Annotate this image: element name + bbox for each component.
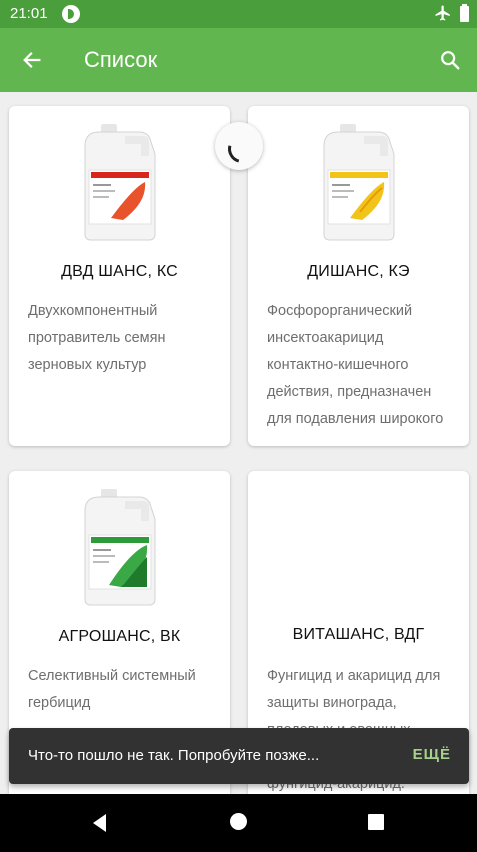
page-title: Список bbox=[84, 47, 158, 72]
search-button[interactable] bbox=[432, 42, 468, 78]
loading-spinner bbox=[215, 122, 263, 170]
status-time: 21:01 bbox=[10, 5, 48, 22]
product-title: ВИТАШАНС, ВДГ bbox=[292, 626, 425, 643]
product-title: АГРОШАНС, ВК bbox=[58, 628, 181, 645]
app-notification-icon bbox=[62, 5, 80, 23]
arrow-left-icon bbox=[23, 52, 41, 68]
snackbar-message: Что-то пошло не так. Попробуйте позже... bbox=[28, 747, 320, 764]
product-card[interactable]: ДВД ШАНС, КС Двухкомпонентный протравите… bbox=[9, 106, 230, 446]
nav-home-icon[interactable] bbox=[230, 813, 247, 830]
canister-red-label-icon bbox=[84, 124, 156, 241]
status-bar: 21:01 bbox=[0, 0, 477, 28]
canister-green-label-icon bbox=[84, 489, 156, 606]
product-title: ДИШАНС, КЭ bbox=[307, 263, 410, 280]
back-button[interactable] bbox=[14, 42, 50, 78]
battery-icon bbox=[460, 4, 469, 22]
system-nav-bar bbox=[0, 794, 477, 852]
product-description: Фосфорорганический инсектоакарицид конта… bbox=[267, 303, 444, 427]
product-card[interactable]: ДИШАНС, КЭ Фосфорорганический инсектоака… bbox=[248, 106, 469, 446]
error-snackbar: Что-то пошло не так. Попробуйте позже...… bbox=[9, 728, 469, 784]
snackbar-more-button[interactable]: ЕЩЁ bbox=[413, 746, 451, 763]
airplane-mode-icon bbox=[435, 5, 450, 21]
product-description: Селективный системный гербицид bbox=[28, 668, 196, 711]
app-bar: Список bbox=[0, 28, 477, 92]
product-title: ДВД ШАНС, КС bbox=[61, 263, 178, 280]
nav-recents-icon[interactable] bbox=[368, 814, 384, 830]
nav-back-icon[interactable] bbox=[88, 811, 112, 835]
search-icon bbox=[441, 51, 460, 70]
canister-yellow-label-icon bbox=[323, 124, 395, 241]
product-description: Двухкомпонентный протравитель семян зерн… bbox=[28, 303, 166, 373]
